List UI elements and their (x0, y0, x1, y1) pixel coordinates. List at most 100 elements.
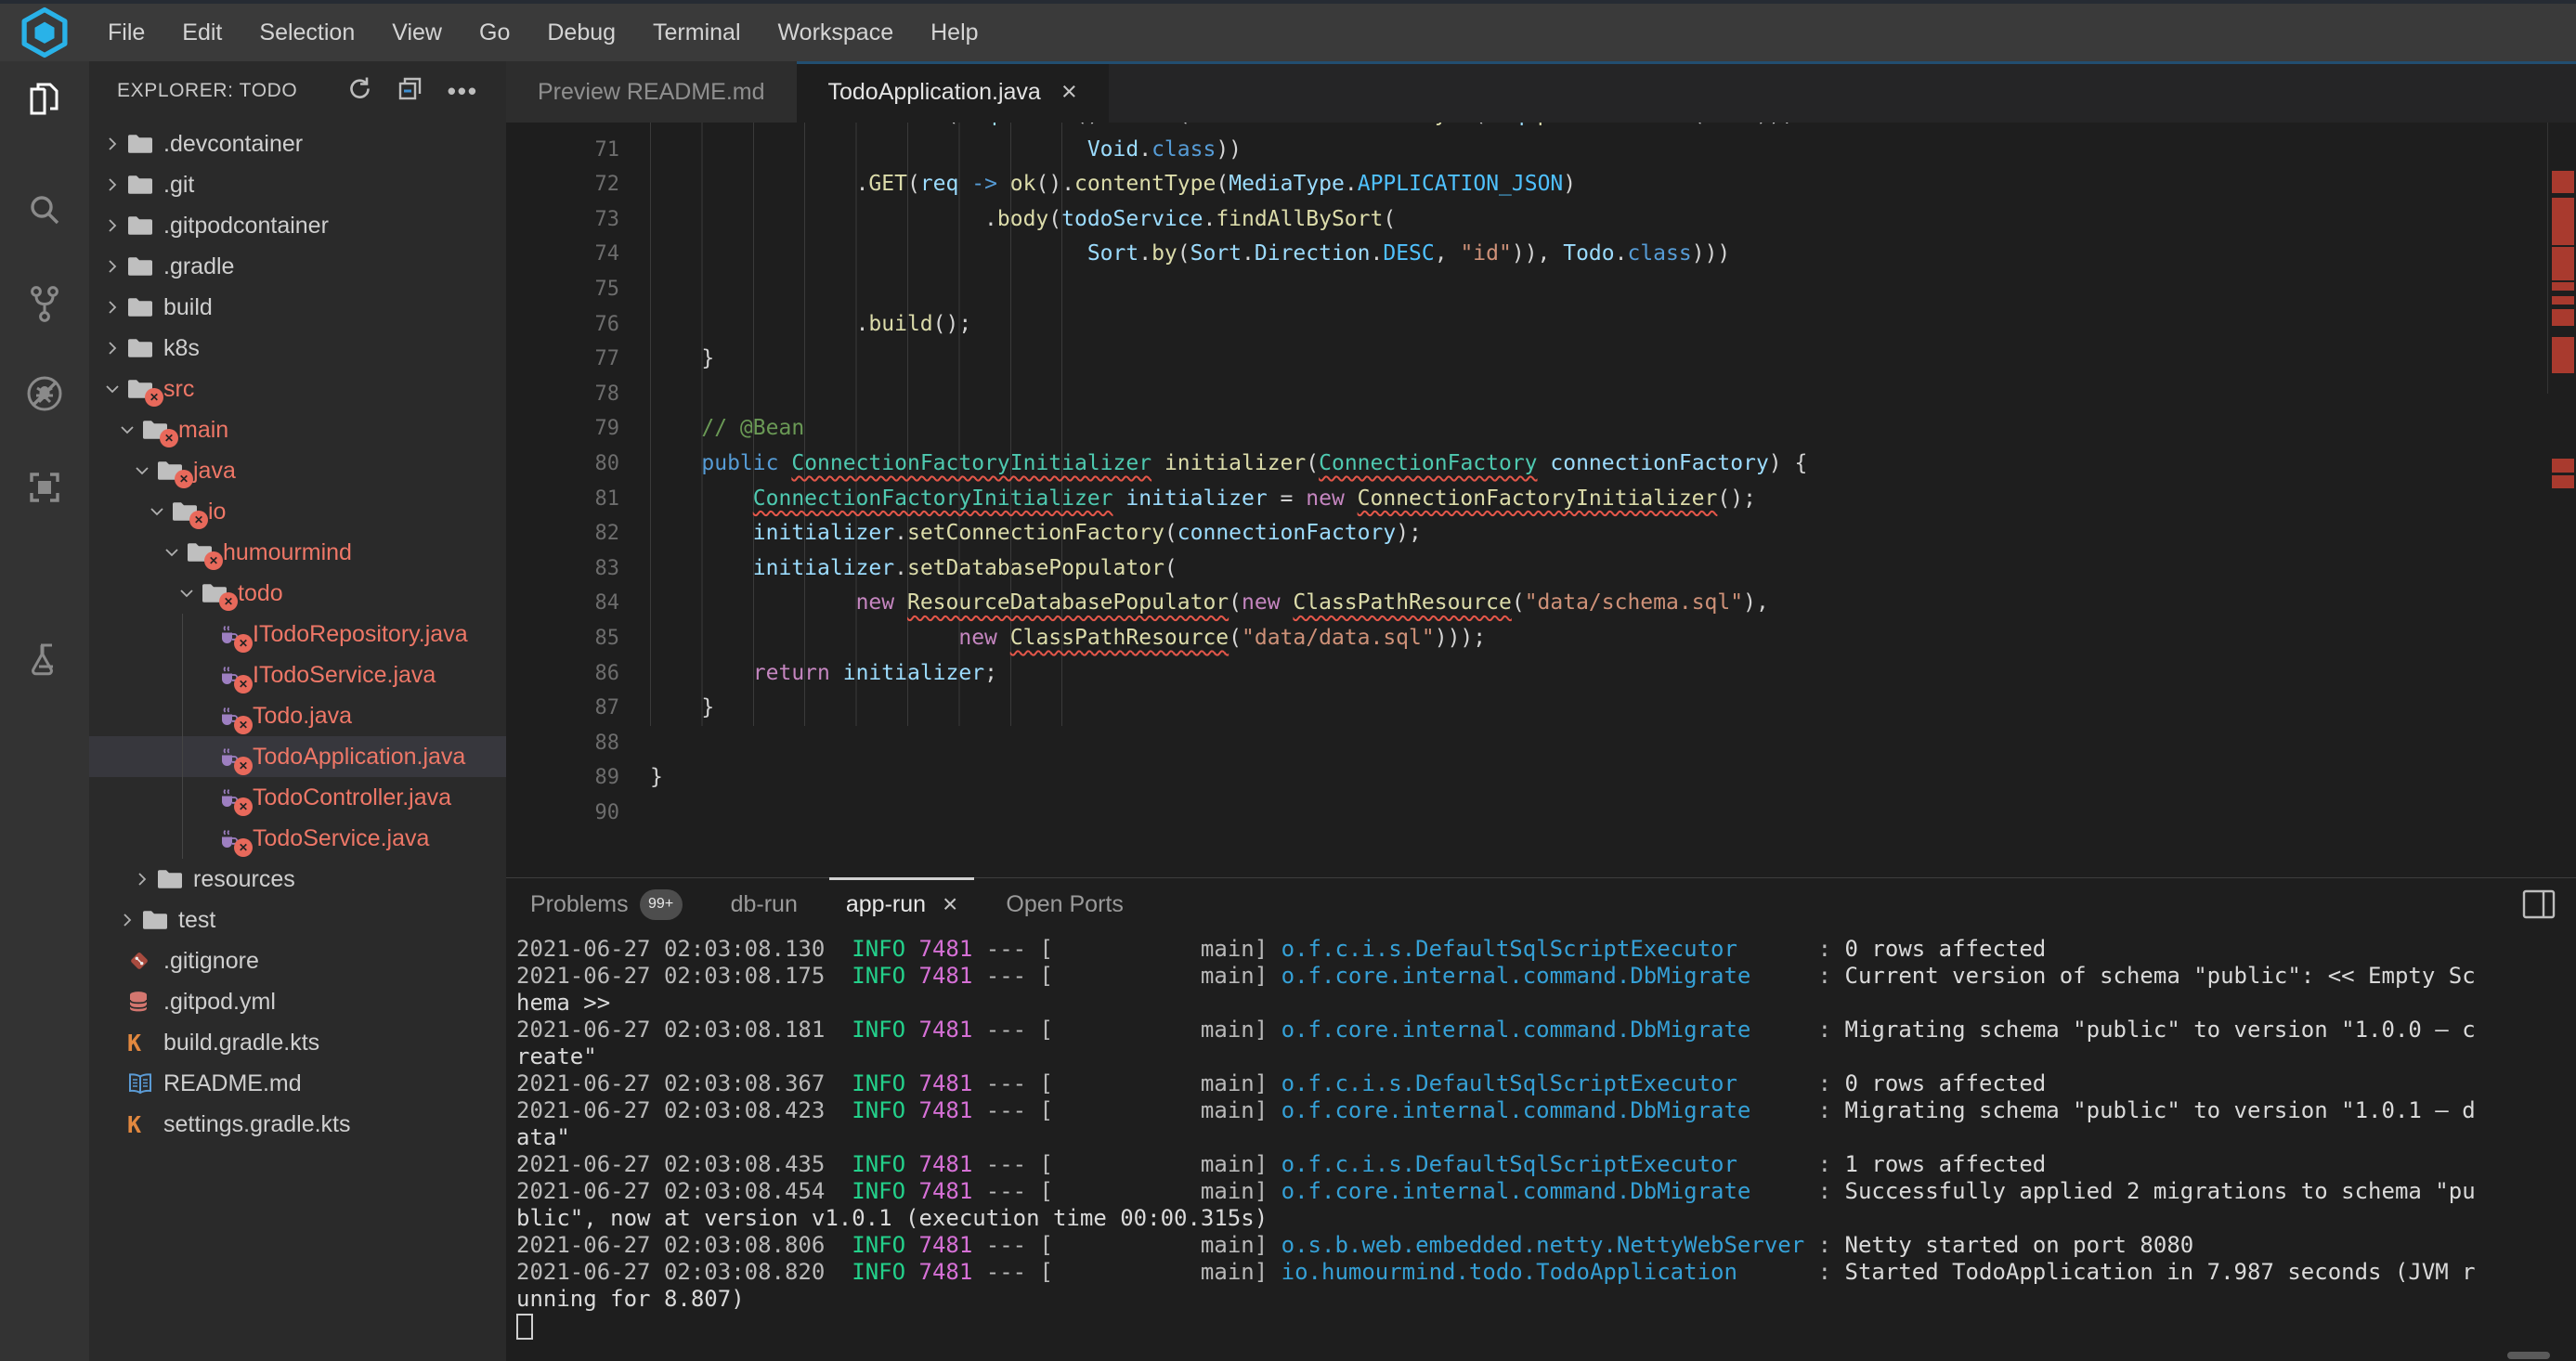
error-badge: ✕ (175, 470, 193, 488)
code-editor[interactable]: 70 .DELETE(req -> ok().build(todoService… (506, 123, 2548, 877)
tree-item-label: .gitignore (163, 948, 259, 975)
code-line-89[interactable]: 89} (506, 760, 2548, 796)
tree-item-TodoController.java[interactable]: ✕TodoController.java (89, 777, 506, 818)
code-line-88[interactable]: 88 (506, 726, 2548, 761)
tree-item-settings.gradle.kts[interactable]: Ksettings.gradle.kts (89, 1104, 506, 1145)
java-icon-slot: ✕ (216, 622, 244, 646)
panel-tab-label: app-run (846, 891, 926, 918)
tab-todoapplication-java[interactable]: TodoApplication.java× (797, 61, 1109, 123)
menu-selection[interactable]: Selection (241, 19, 373, 46)
tree-item-java[interactable]: ✕java (89, 450, 506, 491)
panel-tab-open-ports[interactable]: Open Ports (982, 878, 1147, 930)
file-tree: .devcontainer .git.gitpodcontainer.gradle… (89, 123, 506, 1145)
collapse-all-icon[interactable] (396, 73, 425, 109)
code-line-73[interactable]: 73 .body(todoService.findAllBySort( (506, 202, 2548, 238)
menu-file[interactable]: File (89, 19, 163, 46)
code-line-70[interactable]: 70 .DELETE(req -> ok().build(todoService… (506, 123, 2548, 133)
line-number: 81 (506, 482, 619, 517)
menu-view[interactable]: View (373, 19, 461, 46)
explorer-files-icon[interactable] (0, 78, 89, 121)
tree-item-ITodoRepository.java[interactable]: ✕ ITodoRepository.java (89, 614, 506, 655)
code-line-74[interactable]: 74 Sort.by(Sort.Direction.DESC, "id")), … (506, 237, 2548, 272)
code-line-76[interactable]: 76 .build(); (506, 307, 2548, 343)
java-icon-slot: ✕ (216, 826, 244, 850)
code-line-79[interactable]: 79 // @Bean (506, 411, 2548, 447)
search-icon[interactable] (0, 189, 89, 232)
tests-flask-icon[interactable] (0, 639, 89, 681)
menu-help[interactable]: Help (912, 19, 996, 46)
debug-disabled-icon[interactable] (0, 371, 89, 416)
app-logo[interactable] (0, 6, 89, 58)
tree-item-README.md[interactable]: README.md (89, 1063, 506, 1104)
tree-item-build[interactable]: build (89, 287, 506, 328)
tree-item-io[interactable]: ✕io (89, 491, 506, 532)
menu-workspace[interactable]: Workspace (760, 19, 913, 46)
tab-preview-readme-md[interactable]: Preview README.md (506, 61, 797, 123)
tree-item-humourmind[interactable]: ✕humourmind (89, 532, 506, 573)
panel-tab-problems[interactable]: Problems99+ (506, 878, 707, 930)
code-line-75[interactable]: 75 (506, 272, 2548, 307)
close-icon[interactable]: × (1061, 83, 1077, 101)
code-line-87[interactable]: 87 } (506, 691, 2548, 726)
code-line-82[interactable]: 82 initializer.setConnectionFactory(conn… (506, 516, 2548, 551)
tree-item-main[interactable]: ✕main (89, 409, 506, 450)
tree-item-Todo.java[interactable]: ✕Todo.java (89, 695, 506, 736)
menu-debug[interactable]: Debug (528, 19, 634, 46)
tree-item-build.gradle.kts[interactable]: Kbuild.gradle.kts (89, 1022, 506, 1063)
chevron-right-icon (103, 257, 127, 276)
tree-item-.gradle[interactable]: .gradle (89, 246, 506, 287)
tree-item-.git[interactable]: .git (89, 164, 506, 205)
horizontal-scrollbar-thumb[interactable] (2507, 1352, 2550, 1359)
terminal-line: unning for 8.807) (516, 1286, 2576, 1313)
code-line-78[interactable]: 78 (506, 377, 2548, 412)
code-line-81[interactable]: 81 ConnectionFactoryInitializer initiali… (506, 482, 2548, 517)
code-line-86[interactable]: 86 return initializer; (506, 656, 2548, 692)
panel-tab-db-run[interactable]: db-run (707, 878, 822, 930)
tree-item-resources[interactable]: resources (89, 859, 506, 900)
code-line-80[interactable]: 80 public ConnectionFactoryInitializer i… (506, 447, 2548, 482)
code-line-content: // @Bean (650, 416, 804, 440)
tree-item-todo[interactable]: ✕todo (89, 573, 506, 614)
code-line-71[interactable]: 71 Void.class)) (506, 133, 2548, 168)
plugins-icon[interactable] (0, 466, 89, 509)
more-actions-icon[interactable]: ••• (448, 86, 478, 96)
chevron-right-icon (133, 870, 151, 888)
tree-item-TodoApplication.java[interactable]: ✕TodoApplication.java (89, 736, 506, 777)
source-control-icon[interactable] (0, 282, 89, 325)
code-line-83[interactable]: 83 initializer.setDatabasePopulator( (506, 551, 2548, 587)
tree-item-src[interactable]: ✕src (89, 369, 506, 409)
code-line-content: new ClassPathResource("data/data.sql")))… (650, 626, 1486, 650)
tree-item-.gitignore[interactable]: .gitignore (89, 940, 506, 981)
code-line-90[interactable]: 90 (506, 796, 2548, 831)
folder-icon-slot (127, 214, 155, 237)
menu-edit[interactable]: Edit (163, 19, 241, 46)
java-icon-slot: ✕ (216, 663, 244, 687)
tree-item-k8s[interactable]: k8s (89, 328, 506, 369)
close-icon[interactable]: × (943, 889, 957, 919)
tree-item-.devcontainer[interactable]: .devcontainer (89, 123, 506, 164)
tree-item-.gitpodcontainer[interactable]: .gitpodcontainer (89, 205, 506, 246)
tree-item-label: .devcontainer (163, 131, 303, 158)
code-line-content: return initializer; (650, 661, 997, 685)
active-tab-accent-line (797, 61, 2576, 64)
tree-item-label: src (163, 376, 194, 403)
tree-item-test[interactable]: test (89, 900, 506, 940)
tree-item-ITodoService.java[interactable]: ✕ITodoService.java (89, 655, 506, 695)
code-line-85[interactable]: 85 new ClassPathResource("data/data.sql"… (506, 621, 2548, 656)
tree-item-label: TodoController.java (253, 784, 451, 811)
overview-ruler[interactable] (2547, 123, 2576, 394)
tree-item-.gitpod.yml[interactable]: .gitpod.yml (89, 981, 506, 1022)
code-line-77[interactable]: 77 } (506, 342, 2548, 377)
code-line-72[interactable]: 72 .GET(req -> ok().contentType(MediaTyp… (506, 167, 2548, 202)
error-badge: ✕ (234, 838, 253, 857)
menu-terminal[interactable]: Terminal (634, 19, 759, 46)
panel-tab-app-run[interactable]: app-run × (822, 878, 982, 930)
code-line-84[interactable]: 84 new ResourceDatabasePopulator(new Cla… (506, 586, 2548, 621)
tree-item-TodoService.java[interactable]: ✕TodoService.java (89, 818, 506, 859)
terminal-output[interactable]: 2021-06-27 02:03:08.130 INFO 7481 --- [ … (516, 936, 2576, 1361)
refresh-icon[interactable] (345, 74, 373, 108)
panel-layout-icon[interactable] (2522, 889, 2556, 924)
code-line-content: Sort.by(Sort.Direction.DESC, "id")), Tod… (650, 241, 1730, 266)
menu-go[interactable]: Go (461, 19, 528, 46)
tree-item-label: ITodoRepository.java (253, 621, 468, 648)
